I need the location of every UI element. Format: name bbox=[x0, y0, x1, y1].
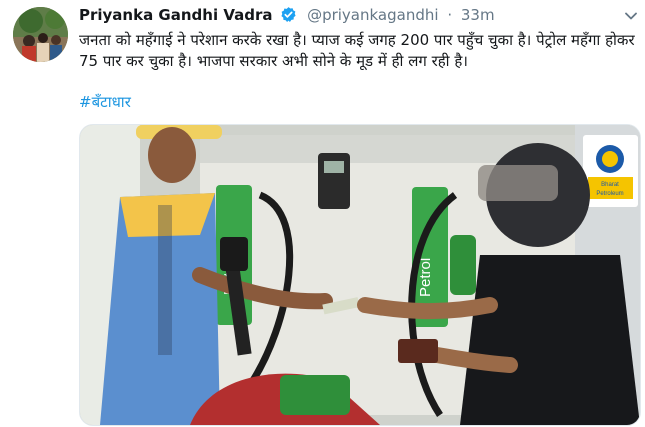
separator-dot: · bbox=[447, 6, 453, 24]
author-handle[interactable]: @priyankagandhi bbox=[307, 6, 438, 24]
bharat-petroleum-logo: Bharat Petroleum bbox=[583, 135, 638, 207]
avatar[interactable] bbox=[13, 7, 68, 62]
brand-text-2: Petroleum bbox=[596, 191, 623, 197]
timestamp[interactable]: 33m bbox=[461, 6, 495, 24]
tweet-header: Priyanka Gandhi Vadra @priyankagandhi · … bbox=[79, 6, 639, 28]
hashtag-link[interactable]: #बँटाधार bbox=[79, 92, 131, 112]
brand-text-1: Bharat bbox=[601, 182, 619, 188]
author-name[interactable]: Priyanka Gandhi Vadra bbox=[79, 6, 273, 24]
verified-badge-icon bbox=[280, 6, 297, 27]
chevron-down-icon[interactable] bbox=[623, 8, 639, 24]
tweet-text: जनता को महँगाई ने परेशान करके रखा है। प्… bbox=[79, 31, 635, 70]
tweet-photo[interactable]: Bharat Petroleum Petrol Petrol bbox=[79, 124, 641, 426]
tweet-card[interactable]: Priyanka Gandhi Vadra @priyankagandhi · … bbox=[0, 0, 645, 427]
